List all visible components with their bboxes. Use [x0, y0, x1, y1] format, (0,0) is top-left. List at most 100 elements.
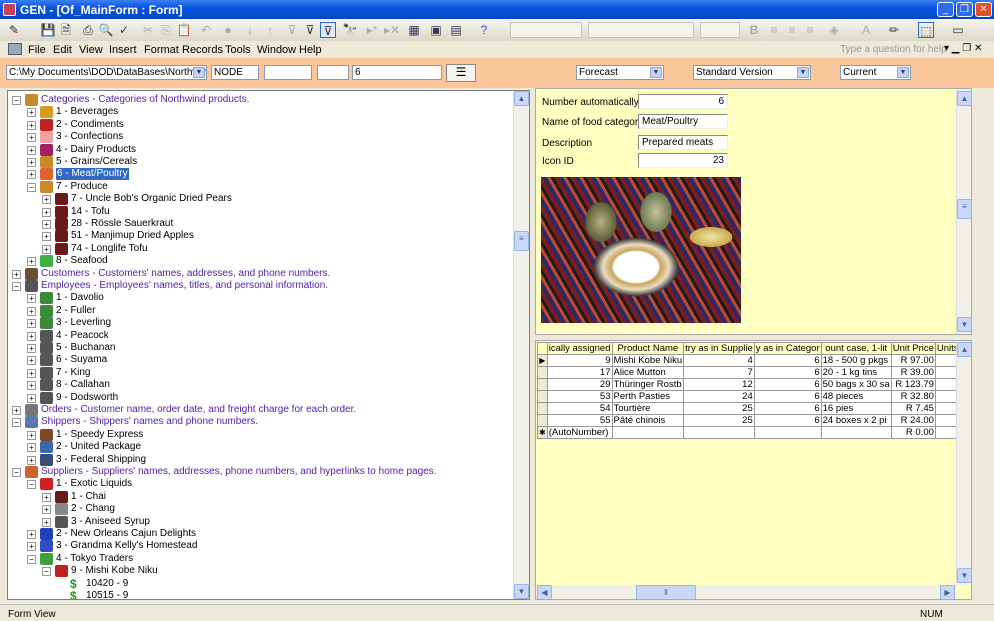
tree-vertical-scrollbar[interactable]: ▲ ≡ ▼ [513, 91, 529, 599]
object-combo[interactable] [510, 22, 582, 38]
expand-icon[interactable]: + [27, 120, 36, 130]
table-cell[interactable]: 6 [753, 402, 822, 415]
new-record-icon[interactable]: ✱ [537, 426, 548, 439]
scroll-down-button[interactable]: ▼ [957, 568, 971, 583]
expand-icon[interactable]: + [27, 108, 36, 118]
table-row[interactable]: ▶ 9 Mishi Kobe Niku 4 6 18 - 500 g pkgs R 97.0… [537, 354, 971, 367]
doc-window-controls[interactable]: ▾ ▁ ❐ ✕ [944, 43, 982, 54]
tree-node-label[interactable]: 10420 - 9 [86, 578, 128, 590]
row-selector[interactable] [537, 366, 548, 379]
scroll-thumb[interactable]: ⦀ [636, 585, 696, 599]
scroll-right-button[interactable]: ▶ [940, 585, 955, 599]
row-selector[interactable] [537, 378, 548, 391]
table-cell[interactable]: Perth Pasties [611, 390, 685, 403]
menu-insert[interactable]: Insert [109, 44, 137, 56]
column-header[interactable]: Product Name [611, 342, 685, 355]
menu-records[interactable]: Records [182, 44, 223, 56]
tree-node-label[interactable]: 1 - Davolio [56, 292, 104, 304]
restore-button[interactable]: ❐ [956, 2, 973, 17]
current-record-icon[interactable]: ▶ [537, 354, 548, 367]
scroll-up-button[interactable]: ▲ [514, 91, 529, 106]
spelling-icon[interactable]: ✓ [116, 22, 132, 38]
expand-icon[interactable]: + [42, 232, 51, 242]
tree-node-label[interactable]: 7 - Produce [56, 181, 108, 193]
scroll-up-button[interactable]: ▲ [957, 91, 972, 106]
collapse-icon[interactable]: − [27, 182, 36, 192]
scroll-thumb[interactable]: ≡ [957, 199, 972, 219]
collapse-icon[interactable]: − [12, 282, 21, 291]
tree-node-label[interactable]: 3 - Grandma Kelly's Homestead [56, 540, 197, 552]
column-header[interactable]: ically assigned [546, 342, 613, 355]
scroll-thumb[interactable]: ≡ [514, 231, 529, 251]
find-icon[interactable]: 🔭 [342, 22, 358, 38]
table-cell[interactable]: Thüringer Rostb [611, 378, 685, 391]
table-row[interactable]: 29 Thüringer Rostb 12 6 50 bags x 30 sa R 123… [537, 378, 971, 391]
expand-icon[interactable]: + [27, 145, 36, 155]
tree-node-label[interactable]: 74 - Longlife Tofu [71, 243, 148, 255]
table-cell[interactable]: R 0.00 [890, 426, 936, 439]
undo-icon[interactable]: ↶ [198, 22, 214, 38]
help-icon[interactable]: ? [476, 22, 492, 38]
table-cell[interactable]: 53 [546, 390, 613, 403]
version-combo[interactable]: Standard Version ▼ [693, 65, 811, 80]
table-row[interactable]: 53 Perth Pasties 24 6 48 pieces R 32.80 [537, 390, 971, 403]
expand-icon[interactable]: + [27, 443, 36, 453]
tree-node-label[interactable]: 8 - Callahan [56, 379, 110, 391]
tree-node-label[interactable]: 5 - Grains/Cereals [56, 156, 137, 168]
form-vertical-scrollbar[interactable]: ▲ ≡ ▼ [956, 89, 972, 334]
expand-icon[interactable]: + [42, 244, 51, 254]
scroll-down-button[interactable]: ▼ [957, 317, 972, 332]
scroll-up-button[interactable]: ▲ [957, 342, 971, 357]
table-cell[interactable] [611, 426, 685, 439]
collapse-icon[interactable]: − [12, 418, 21, 428]
menu-view[interactable]: View [79, 44, 103, 56]
line-color-icon[interactable]: ✏ [886, 22, 902, 38]
tree-node-label[interactable]: 51 - Manjimup Dried Apples [71, 230, 194, 242]
tree-node-label[interactable]: Categories - Categories of Northwind pro… [41, 94, 249, 106]
table-cell[interactable] [820, 426, 892, 439]
table-cell[interactable]: 6 [753, 414, 822, 427]
category-name-field[interactable]: Meat/Poultry [638, 114, 728, 129]
border-icon[interactable]: ⬚ [918, 22, 934, 38]
filter-by-selection-icon[interactable]: ⊽ [284, 22, 300, 38]
menu-file[interactable]: File [28, 44, 46, 56]
expand-icon[interactable]: + [27, 393, 36, 403]
print-icon[interactable]: ⎙ [80, 22, 96, 38]
tree-node-label[interactable]: 28 - Rössle Sauerkraut [71, 218, 173, 230]
tree-node-label[interactable]: 4 - Tokyo Traders [56, 553, 133, 565]
table-cell[interactable]: R 7.45 [890, 402, 936, 415]
table-row[interactable]: 17 Alice Mutton 7 6 20 - 1 kg tins R 39.00 [537, 366, 971, 379]
expand-icon[interactable]: + [27, 542, 36, 552]
collapse-icon[interactable]: − [27, 480, 36, 490]
new-object-icon[interactable]: ▤ [448, 22, 464, 38]
expand-icon[interactable]: + [27, 344, 36, 353]
table-cell[interactable]: 17 [546, 366, 613, 379]
expand-icon[interactable]: + [27, 331, 36, 341]
tree-node-label[interactable]: 4 - Dairy Products [56, 144, 136, 156]
table-cell[interactable]: 29 [546, 378, 613, 391]
expand-icon[interactable]: + [27, 294, 36, 304]
collapse-icon[interactable]: − [27, 554, 36, 564]
menu-format[interactable]: Format [144, 44, 179, 56]
delete-record-icon[interactable]: ▸✕ [384, 22, 400, 38]
insert-hyperlink-icon[interactable]: ● [220, 22, 236, 38]
expand-icon[interactable]: + [42, 220, 51, 229]
table-cell[interactable]: 6 [753, 354, 822, 367]
table-cell[interactable]: Tourtière [611, 402, 685, 415]
tree-node-label[interactable]: 5 - Buchanan [56, 342, 116, 354]
table-cell[interactable]: Pâté chinois [611, 414, 685, 427]
table-cell[interactable]: 6 [753, 366, 822, 379]
table-cell[interactable]: R 24.00 [890, 414, 936, 427]
row-selector[interactable] [537, 390, 548, 403]
search-file-icon[interactable]: 🗎 [58, 22, 74, 38]
table-row[interactable]: ✱ (AutoNumber) R 0.00 [537, 426, 971, 439]
table-cell[interactable]: 55 [546, 414, 613, 427]
tree-node-label[interactable]: Employees - Employees' names, titles, an… [41, 280, 328, 292]
table-cell[interactable]: (AutoNumber) [546, 426, 613, 439]
table-cell[interactable]: Mishi Kobe Niku [611, 354, 685, 367]
row-selector[interactable] [537, 402, 548, 415]
expand-icon[interactable]: + [27, 381, 36, 391]
description-field[interactable]: Prepared meats [638, 135, 728, 150]
expand-icon[interactable]: + [27, 319, 36, 329]
expand-icon[interactable]: + [27, 368, 36, 378]
